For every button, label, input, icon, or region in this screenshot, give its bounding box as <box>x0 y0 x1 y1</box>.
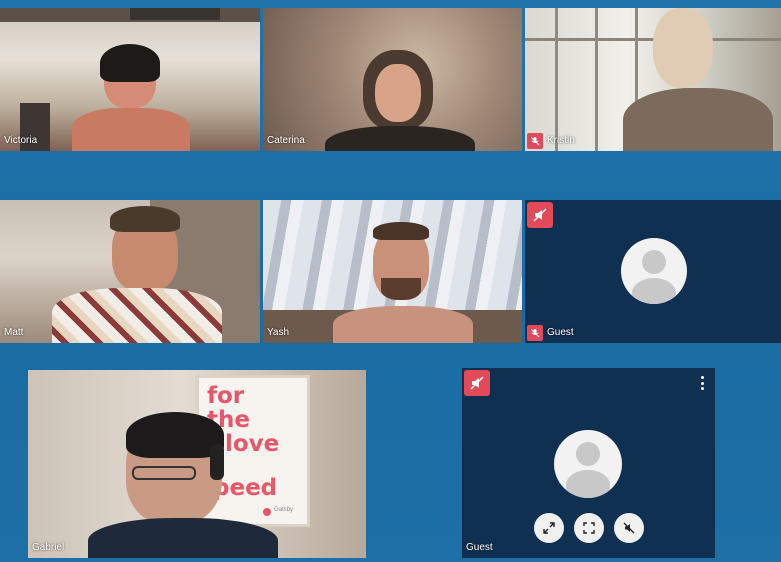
avatar <box>554 430 622 498</box>
muted-mic-icon <box>527 325 543 341</box>
mute-audio-button[interactable] <box>614 513 644 543</box>
participant-name: Kristin <box>547 135 575 146</box>
video-feed: for the love f peed Gatsby <box>28 370 366 558</box>
video-call-grid: Victoria Caterina Kristin Matt Yash Gues… <box>0 0 781 562</box>
video-feed <box>0 8 260 151</box>
speaker-off-icon <box>623 522 635 534</box>
participant-name: Yash <box>267 327 290 338</box>
participant-name: Guest <box>547 327 574 338</box>
participant-tile-matt[interactable]: Matt <box>0 200 260 343</box>
avatar <box>621 238 687 304</box>
muted-mic-icon <box>527 133 543 149</box>
participant-tile-yash[interactable]: Yash <box>263 200 522 343</box>
participant-name: Caterina <box>267 135 305 146</box>
participant-name: Victoria <box>4 135 38 146</box>
expand-icon <box>543 522 555 534</box>
participant-tile-guest-1[interactable]: Guest <box>525 200 781 343</box>
participant-tile-guest-2[interactable]: Guest <box>462 368 715 558</box>
focus-frame-icon <box>583 522 595 534</box>
gatsby-logo-icon <box>263 508 271 516</box>
video-feed <box>525 8 781 151</box>
participant-tile-kristin[interactable]: Kristin <box>525 8 781 151</box>
fullscreen-button[interactable] <box>534 513 564 543</box>
participant-tile-victoria[interactable]: Victoria <box>0 8 260 151</box>
video-feed <box>263 200 522 343</box>
audio-off-icon <box>464 370 490 396</box>
more-options-icon[interactable] <box>699 376 705 390</box>
video-feed <box>263 8 522 151</box>
participant-name: Guest <box>466 542 493 553</box>
participant-tile-gabriel[interactable]: for the love f peed Gatsby Gabriel <box>28 370 366 558</box>
participant-name: Gabriel <box>32 542 65 553</box>
audio-off-icon <box>527 202 553 228</box>
participant-tile-caterina[interactable]: Caterina <box>263 8 522 151</box>
video-feed <box>0 200 260 343</box>
focus-button[interactable] <box>574 513 604 543</box>
participant-name: Matt <box>4 327 24 338</box>
